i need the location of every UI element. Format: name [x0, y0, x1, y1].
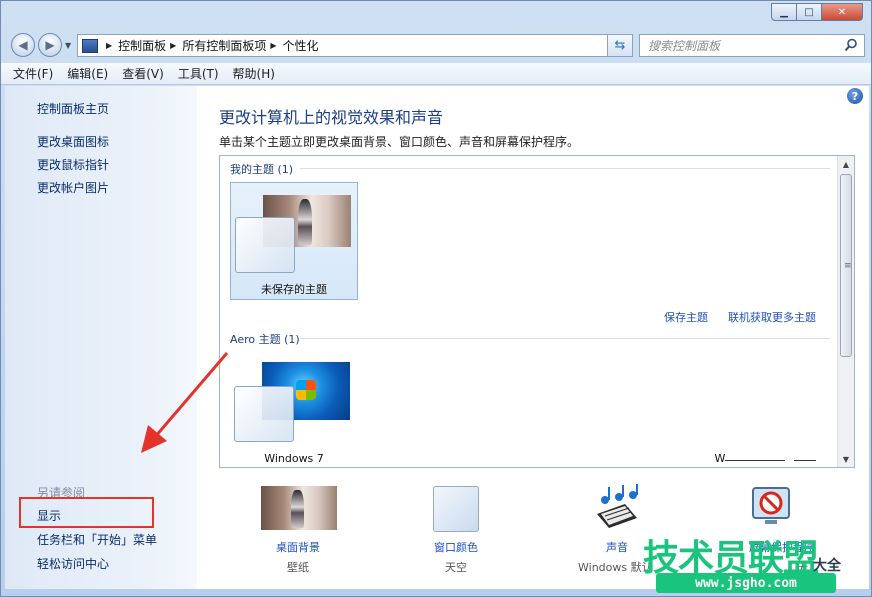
theme-name: 未保存的主题 — [261, 283, 327, 296]
change-mouse-pointers-link[interactable]: 更改鼠标指针 — [37, 156, 109, 173]
forward-arrow-icon: ▶ — [45, 38, 55, 52]
change-account-picture-link[interactable]: 更改帐户图片 — [37, 179, 109, 196]
maximize-button[interactable]: □ — [796, 3, 822, 21]
wallpaper-thumbnail — [261, 486, 337, 530]
page-subtitle: 单击某个主题立即更改桌面背景、窗口颜色、声音和屏幕保护程序。 — [219, 135, 580, 149]
screensaver-monitor-icon — [752, 487, 790, 524]
windows-logo-icon — [296, 380, 316, 400]
search-input[interactable]: 搜索控制面板 — [639, 34, 865, 57]
search-placeholder: 搜索控制面板 — [648, 39, 721, 53]
desktop-background-value: 壁纸 — [287, 561, 309, 574]
breadcrumb-personalization[interactable]: 个性化 — [283, 37, 319, 54]
window-color-value: 天空 — [445, 561, 467, 574]
grip-icon: ≡ — [844, 261, 852, 271]
sound-notes-icon — [597, 484, 638, 528]
obscured-text — [794, 460, 816, 461]
theme-name-partial: W — [714, 452, 726, 465]
aero-themes-group-label: Aero 主题 (1) — [230, 333, 300, 346]
watermark-url: www.jsgho.com — [656, 573, 836, 593]
menu-edit[interactable]: 编辑(E) — [67, 65, 108, 82]
title-bar: ▁ □ ✕ — [1, 1, 871, 31]
window-color-swatch — [433, 486, 479, 532]
control-panel-icon — [82, 38, 98, 53]
refresh-icon: ⇆ — [614, 38, 626, 53]
close-button[interactable]: ✕ — [821, 3, 863, 21]
address-bar[interactable]: ▶ 控制面板 ▶ 所有控制面板项 ▶ 个性化 ▼ — [77, 34, 632, 57]
forward-button[interactable]: ▶ — [38, 33, 62, 57]
scroll-down-icon[interactable]: ▼ — [838, 451, 854, 467]
desktop-background-link[interactable]: 桌面背景 — [276, 539, 320, 555]
theme-list-scrollbar[interactable]: ▲ ≡ ▼ — [837, 156, 854, 467]
minimize-button[interactable]: ▁ — [771, 3, 797, 21]
main-content: ? 更改计算机上的视觉效果和声音 单击某个主题立即更改桌面背景、窗口颜色、声音和… — [197, 86, 869, 589]
back-button[interactable]: ◀ — [11, 33, 35, 57]
history-dropdown-icon[interactable]: ▼ — [65, 41, 71, 50]
breadcrumb-all-items[interactable]: 所有控制面板项 — [182, 37, 266, 54]
menu-help[interactable]: 帮助(H) — [233, 65, 275, 82]
chevron-right-icon[interactable]: ▶ — [106, 41, 112, 50]
window-controls: ▁ □ ✕ — [771, 3, 863, 23]
theme-glass-preview — [235, 217, 295, 273]
control-panel-window: ▁ □ ✕ ◀ ▶ ▼ ▶ 控制面板 ▶ 所有控制面板项 ▶ 个性化 ▼ ⇆ 搜… — [0, 0, 872, 597]
theme-tile-windows7[interactable]: Windows 7 — [230, 348, 358, 466]
scroll-thumb[interactable]: ≡ — [840, 174, 852, 357]
help-icon[interactable]: ? — [847, 88, 863, 104]
theme-list[interactable]: 我的主题 (1) 未保存的主题 保存主题 联机获取更多主题 Aero 主题 (1… — [219, 155, 855, 468]
obscured-text — [725, 460, 785, 461]
window-color-link[interactable]: 窗口颜色 — [434, 539, 478, 555]
menu-tools[interactable]: 工具(T) — [178, 65, 219, 82]
group-divider — [300, 338, 830, 339]
display-link[interactable]: 显示 — [37, 507, 61, 524]
taskbar-start-menu-link[interactable]: 任务栏和「开始」菜单 — [37, 531, 157, 548]
chevron-right-icon[interactable]: ▶ — [170, 41, 176, 50]
theme-glass-preview — [234, 386, 294, 442]
chevron-right-icon[interactable]: ▶ — [270, 41, 276, 50]
theme-name: Windows 7 — [264, 452, 324, 465]
get-more-themes-link[interactable]: 联机获取更多主题 — [728, 309, 816, 325]
group-divider — [300, 168, 830, 169]
navigation-row: ◀ ▶ ▼ ▶ 控制面板 ▶ 所有控制面板项 ▶ 个性化 ▼ ⇆ 搜索控制面板 — [1, 31, 871, 61]
search-icon[interactable] — [844, 38, 858, 52]
save-theme-link[interactable]: 保存主题 — [664, 309, 708, 325]
page-title: 更改计算机上的视觉效果和声音 — [219, 108, 444, 127]
theme-tile-unsaved[interactable]: 未保存的主题 — [230, 182, 358, 300]
sounds-link[interactable]: 声音 — [606, 539, 628, 555]
left-task-pane: 控制面板主页 更改桌面图标 更改鼠标指针 更改帐户图片 另请参阅 显示 任务栏和… — [5, 86, 197, 589]
scroll-up-icon[interactable]: ▲ — [838, 156, 854, 172]
menu-view[interactable]: 查看(V) — [122, 65, 164, 82]
my-themes-group-label: 我的主题 (1) — [230, 163, 294, 176]
control-panel-home-link[interactable]: 控制面板主页 — [37, 100, 109, 117]
refresh-button[interactable]: ⇆ — [607, 34, 633, 57]
watermark-suffix: 大全 — [813, 558, 841, 574]
ease-of-access-link[interactable]: 轻松访问中心 — [37, 555, 109, 572]
change-desktop-icons-link[interactable]: 更改桌面图标 — [37, 133, 109, 150]
menu-file[interactable]: 文件(F) — [13, 65, 53, 82]
breadcrumb-control-panel[interactable]: 控制面板 — [118, 37, 166, 54]
red-arrow-annotation — [141, 352, 229, 453]
back-arrow-icon: ◀ — [18, 38, 28, 52]
menu-bar: 文件(F) 编辑(E) 查看(V) 工具(T) 帮助(H) — [1, 63, 871, 85]
sounds-value: Windows 默认 — [578, 561, 653, 574]
